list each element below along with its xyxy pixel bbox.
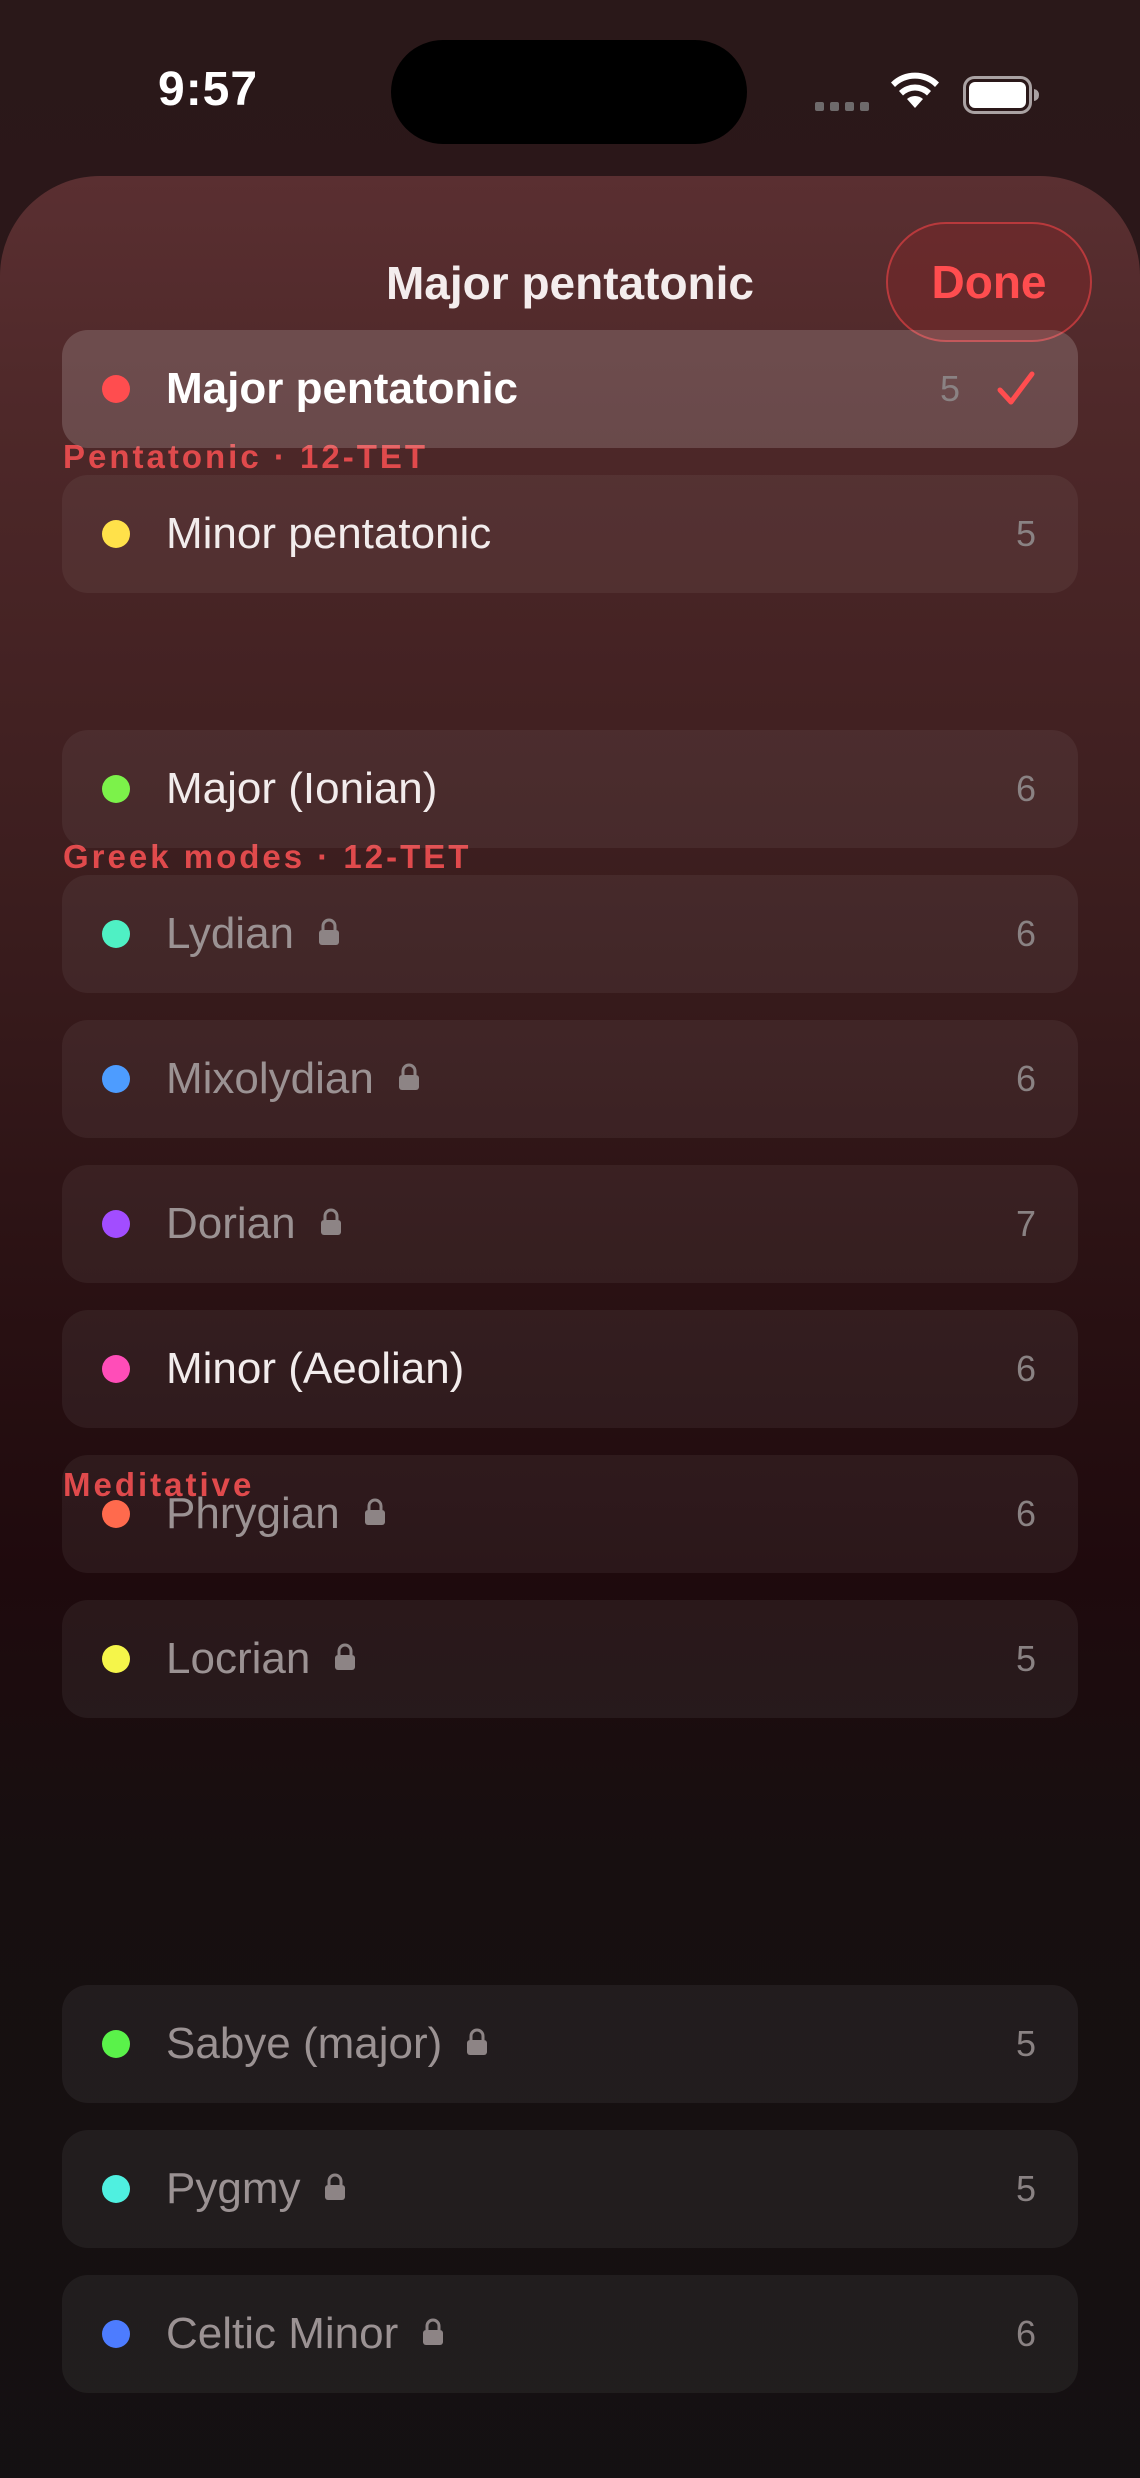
scale-row[interactable]: Minor (Aeolian) 6 bbox=[62, 1310, 1078, 1428]
cellular-signal-icon bbox=[815, 102, 869, 111]
lock-icon bbox=[423, 2318, 444, 2346]
battery-icon bbox=[963, 76, 1039, 114]
note-count: 6 bbox=[1015, 2313, 1036, 2354]
scale-name: Locrian bbox=[166, 1634, 311, 1683]
lock-icon bbox=[398, 1063, 419, 1091]
scale-label: Major pentatonic bbox=[166, 330, 518, 448]
section-header: Meditative bbox=[63, 1466, 255, 1503]
note-count: 5 bbox=[1015, 2023, 1036, 2064]
scale-name: Minor pentatonic bbox=[166, 509, 492, 558]
color-dot bbox=[102, 2030, 130, 2058]
scale-name: Dorian bbox=[166, 1199, 296, 1248]
scale-row[interactable]: Locrian 5 bbox=[62, 1600, 1078, 1718]
scale-name: Pygmy bbox=[166, 2164, 301, 2213]
scale-row[interactable]: Sabye (major) 5 bbox=[62, 1985, 1078, 2103]
note-count: 5 bbox=[1015, 513, 1036, 554]
note-count: 6 bbox=[1015, 1058, 1036, 1099]
scale-label: Celtic Minor bbox=[166, 2275, 444, 2393]
scale-label: Lydian bbox=[166, 875, 340, 993]
scale-row[interactable]: Major (Ionian) 6 bbox=[62, 730, 1078, 848]
wifi-icon bbox=[891, 72, 939, 108]
scale-row[interactable]: Lydian 6 bbox=[62, 875, 1078, 993]
lock-icon bbox=[325, 2173, 346, 2201]
scale-label: Major (Ionian) bbox=[166, 730, 437, 848]
scale-label: Dorian bbox=[166, 1165, 342, 1283]
scale-label: Pygmy bbox=[166, 2130, 346, 2248]
note-count: 6 bbox=[1015, 1493, 1036, 1534]
scale-picker-sheet: Major pentatonic Done Pentatonic · 12-TE… bbox=[0, 176, 1140, 2478]
scale-row[interactable]: Pygmy 5 bbox=[62, 2130, 1078, 2248]
lock-icon bbox=[335, 1643, 356, 1671]
done-button[interactable]: Done bbox=[886, 222, 1092, 342]
dynamic-island bbox=[391, 40, 747, 144]
note-count: 7 bbox=[1015, 1203, 1036, 1244]
scale-row[interactable]: Major pentatonic 5 bbox=[62, 330, 1078, 448]
scale-label: Sabye (major) bbox=[166, 1985, 488, 2103]
scale-row[interactable]: Minor pentatonic 5 bbox=[62, 475, 1078, 593]
color-dot bbox=[102, 2320, 130, 2348]
color-dot bbox=[102, 2175, 130, 2203]
scale-name: Mixolydian bbox=[166, 1054, 374, 1103]
scale-label: Minor (Aeolian) bbox=[166, 1310, 464, 1428]
scale-name: Major (Ionian) bbox=[166, 764, 438, 813]
note-count: 5 bbox=[939, 368, 960, 409]
note-count: 6 bbox=[1015, 1348, 1036, 1389]
color-dot bbox=[102, 1210, 130, 1238]
note-count: 5 bbox=[1015, 2168, 1036, 2209]
scale-row[interactable]: Celtic Minor 6 bbox=[62, 2275, 1078, 2393]
lock-icon bbox=[319, 918, 340, 946]
note-count: 5 bbox=[1015, 1638, 1036, 1679]
scale-label: Locrian bbox=[166, 1600, 356, 1718]
note-count: 6 bbox=[1015, 768, 1036, 809]
color-dot bbox=[102, 1645, 130, 1673]
scale-row[interactable]: Dorian 7 bbox=[62, 1165, 1078, 1283]
scale-name: Lydian bbox=[166, 909, 295, 958]
scale-label: Mixolydian bbox=[166, 1020, 420, 1138]
color-dot bbox=[102, 375, 130, 403]
lock-icon bbox=[364, 1498, 385, 1526]
color-dot bbox=[102, 1065, 130, 1093]
note-count: 6 bbox=[1015, 913, 1036, 954]
color-dot bbox=[102, 1500, 130, 1528]
status-time: 9:57 bbox=[158, 63, 259, 116]
color-dot bbox=[102, 920, 130, 948]
lock-icon bbox=[467, 2028, 488, 2056]
scale-name: Sabye (major) bbox=[166, 2019, 443, 2068]
color-dot bbox=[102, 520, 130, 548]
scale-row[interactable]: Mixolydian 6 bbox=[62, 1020, 1078, 1138]
scale-label: Minor pentatonic bbox=[166, 475, 491, 593]
color-dot bbox=[102, 1355, 130, 1383]
scale-name: Minor (Aeolian) bbox=[166, 1344, 465, 1393]
scale-name: Major pentatonic bbox=[166, 364, 519, 413]
lock-icon bbox=[320, 1208, 341, 1236]
checkmark-icon bbox=[997, 371, 1035, 405]
screen: 9:57 Major pentatonic Done Pentatonic · … bbox=[0, 0, 1140, 2478]
color-dot bbox=[102, 775, 130, 803]
scale-name: Celtic Minor bbox=[166, 2309, 399, 2358]
